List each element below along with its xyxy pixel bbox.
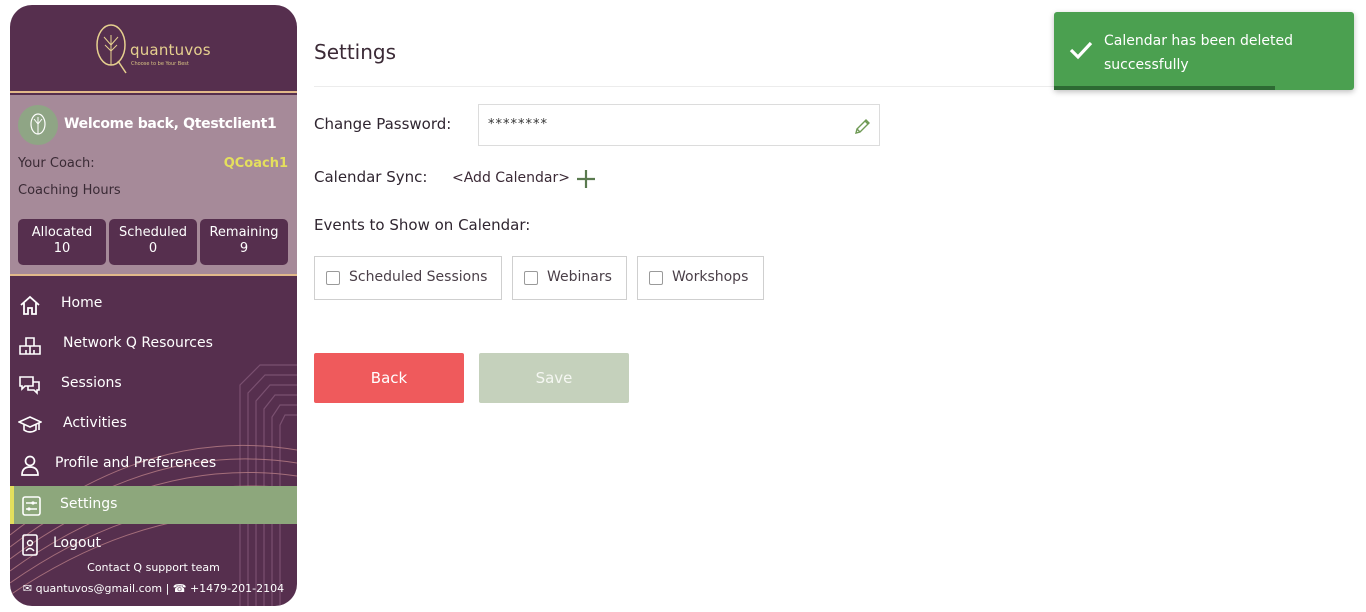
contact-separator: | — [165, 582, 173, 595]
sidebar-item-logout[interactable]: Logout — [10, 525, 297, 563]
sidebar-item-label: Logout — [53, 535, 101, 551]
scheduled-value: 0 — [148, 241, 158, 256]
sidebar-item-home[interactable]: Home — [10, 285, 297, 323]
contact-details: ✉ quantuvos@gmail.com | ☎ +1479-201-2104 — [10, 582, 297, 595]
events-to-show-label: Events to Show on Calendar: — [314, 216, 531, 234]
toast-message: Calendar has been deleted successfully — [1104, 33, 1294, 73]
welcome-text: Welcome back, Qtestclient1 — [64, 116, 277, 132]
user-icon — [21, 455, 39, 476]
logout-badge-icon — [22, 534, 38, 556]
page-title: Settings — [314, 40, 397, 64]
password-value: ******** — [488, 117, 548, 132]
scheduled-label: Scheduled — [119, 225, 187, 240]
pencil-edit-icon[interactable] — [853, 116, 873, 136]
profile-panel: Welcome back, Qtestclient1 Your Coach: Q… — [10, 95, 297, 276]
quantuvos-logo-icon — [96, 24, 127, 74]
success-toast[interactable]: Calendar has been deleted successfully — [1054, 12, 1354, 90]
avatar-logo-icon — [30, 113, 46, 135]
workshops-option[interactable]: Workshops — [637, 256, 764, 300]
network-icon — [19, 337, 41, 355]
checkmark-icon — [1069, 41, 1093, 60]
password-field[interactable]: ******** — [478, 104, 880, 146]
coaching-hours-label: Coaching Hours — [18, 183, 121, 198]
remaining-value: 9 — [239, 241, 249, 256]
allocated-label: Allocated — [31, 225, 93, 240]
remaining-hours-box: Remaining 9 — [200, 219, 288, 265]
contact-email[interactable]: quantuvos@gmail.com — [36, 582, 162, 595]
sidebar-item-profile-and-preferences[interactable]: Profile and Preferences — [10, 445, 297, 483]
webinars-option[interactable]: Webinars — [512, 256, 627, 300]
sidebar: quantuvos Choose to be Your Best Welcome… — [10, 5, 297, 606]
sidebar-item-label: Profile and Preferences — [55, 455, 217, 471]
webinars-checkbox[interactable] — [524, 271, 538, 285]
phone-icon: ☎ — [172, 582, 187, 595]
avatar — [18, 105, 58, 145]
plus-icon[interactable] — [575, 168, 597, 190]
remaining-label: Remaining — [209, 225, 279, 240]
sidebar-item-activities[interactable]: Activities — [10, 405, 297, 443]
sidebar-item-label: Settings — [60, 496, 118, 512]
save-button[interactable]: Save — [479, 353, 629, 403]
sidebar-item-network-q-resources[interactable]: Network Q Resources — [10, 325, 297, 363]
workshops-label: Workshops — [672, 269, 749, 285]
scheduled-sessions-option[interactable]: Scheduled Sessions — [314, 256, 502, 300]
toast-progress-bar — [1054, 86, 1275, 90]
calendar-sync-label: Calendar Sync: — [314, 168, 428, 186]
sidebar-item-settings[interactable]: Settings — [10, 486, 297, 524]
logo-area: quantuvos Choose to be Your Best — [10, 5, 297, 93]
logo-text: quantuvos — [130, 41, 211, 59]
logo-tagline: Choose to be Your Best — [131, 61, 189, 67]
contact-title: Contact Q support team — [87, 561, 220, 574]
contact-phone[interactable]: +1479-201-2104 — [190, 582, 284, 595]
coach-name: QCoach1 — [223, 156, 288, 171]
mail-icon: ✉ — [22, 582, 33, 595]
coach-label: Your Coach: — [18, 156, 95, 171]
sidebar-item-label: Sessions — [61, 375, 122, 391]
add-calendar-link[interactable]: <Add Calendar> — [452, 170, 570, 186]
sidebar-item-sessions[interactable]: Sessions — [10, 365, 297, 403]
home-icon — [20, 295, 40, 315]
back-button[interactable]: Back — [314, 353, 464, 403]
change-password-label: Change Password: — [314, 115, 452, 133]
scheduled-sessions-label: Scheduled Sessions — [349, 269, 488, 285]
settings-sliders-icon — [22, 496, 41, 516]
graduation-cap-icon — [18, 416, 42, 433]
allocated-value: 10 — [53, 241, 71, 256]
sidebar-item-label: Home — [61, 295, 103, 311]
workshops-checkbox[interactable] — [649, 271, 663, 285]
sidebar-item-label: Network Q Resources — [63, 335, 213, 351]
chat-icon — [19, 376, 40, 395]
webinars-label: Webinars — [547, 269, 612, 285]
scheduled-hours-box: Scheduled 0 — [109, 219, 197, 265]
scheduled-sessions-checkbox[interactable] — [326, 271, 340, 285]
sidebar-item-label: Activities — [63, 415, 127, 431]
allocated-hours-box: Allocated 10 — [18, 219, 106, 265]
